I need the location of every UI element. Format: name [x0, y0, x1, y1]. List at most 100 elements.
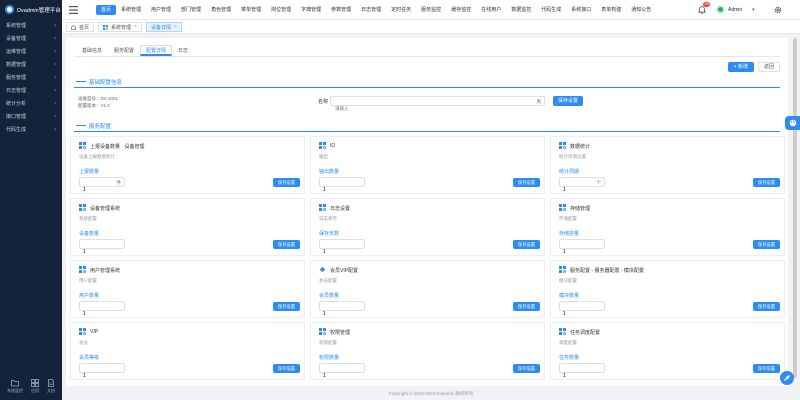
top-nav-item[interactable]: 日志管理: [356, 5, 386, 15]
top-nav-item[interactable]: 定时任务: [386, 5, 416, 15]
quantity-field[interactable]: [79, 363, 125, 380]
logo[interactable]: Dvadmin管理平台: [5, 5, 61, 14]
quantity-input[interactable]: [560, 248, 590, 256]
hamburger-icon[interactable]: [69, 6, 78, 14]
save-card-button[interactable]: 保存设置: [273, 178, 300, 187]
page-tag-label: 设备详情: [150, 24, 171, 31]
quantity-input[interactable]: [80, 372, 110, 380]
top-nav-item[interactable]: 通知公告: [626, 5, 656, 15]
sub-tab[interactable]: 基础信息: [76, 45, 108, 56]
section-title: 基础配置信息: [89, 79, 123, 86]
chevron-down-icon[interactable]: ▾: [752, 7, 755, 13]
quantity-field[interactable]: [319, 177, 365, 194]
sidebar-footer-button[interactable]: 文档: [47, 379, 55, 394]
name-field[interactable]: 周: [330, 96, 545, 113]
top-nav-item[interactable]: 参数管理: [326, 5, 356, 15]
quantity-field[interactable]: 个: [559, 177, 605, 194]
top-nav-item[interactable]: 代码生成: [536, 5, 566, 15]
scrollbar-thumb[interactable]: [793, 38, 797, 378]
sidebar-item-label: 接口管理: [6, 114, 27, 120]
quantity-input[interactable]: [560, 372, 590, 380]
quantity-input[interactable]: [320, 248, 350, 256]
quantity-input[interactable]: [320, 372, 350, 380]
sub-tab[interactable]: 日志: [172, 45, 194, 56]
sidebar-footer-button[interactable]: 应用: [31, 379, 39, 394]
save-card-button[interactable]: 保存设置: [513, 364, 540, 373]
top-nav-item[interactable]: 首页: [96, 5, 117, 15]
quantity-input[interactable]: [80, 310, 110, 318]
top-nav-item[interactable]: 用户管理: [146, 5, 176, 15]
top-nav-item[interactable]: 字典管理: [296, 5, 326, 15]
quantity-field[interactable]: 件: [79, 177, 125, 194]
sidebar-footer-button[interactable]: 系统监控: [7, 379, 23, 394]
sidebar-item[interactable]: 设备管理 ›: [0, 32, 62, 45]
bell-icon[interactable]: [698, 6, 706, 14]
save-card-button[interactable]: 保存设置: [753, 240, 780, 249]
top-nav-item[interactable]: 角色管理: [206, 5, 236, 15]
quantity-field[interactable]: [319, 239, 365, 256]
quantity-field[interactable]: [319, 301, 365, 318]
quantity-field[interactable]: [559, 239, 605, 256]
avatar[interactable]: [716, 5, 725, 14]
save-card-button[interactable]: 保存设置: [513, 240, 540, 249]
quantity-field[interactable]: [79, 301, 125, 318]
top-nav-item[interactable]: 在线用户: [476, 5, 506, 15]
top-nav-item[interactable]: 缓存监控: [446, 5, 476, 15]
sidebar-item-label: 代码生成: [6, 127, 27, 133]
top-nav-item[interactable]: 数据监控: [506, 5, 536, 15]
sidebar-item[interactable]: 运维管理 ›: [0, 45, 62, 58]
user-name[interactable]: Admin: [728, 7, 742, 13]
save-card-button[interactable]: 保存设置: [753, 364, 780, 373]
quantity-input[interactable]: [320, 310, 350, 318]
quantity-input[interactable]: [560, 186, 590, 194]
scrollbar[interactable]: [792, 36, 798, 388]
quantity-field[interactable]: [79, 239, 125, 256]
save-card-button[interactable]: 保存设置: [753, 178, 780, 187]
save-card-button[interactable]: 保存设置: [513, 178, 540, 187]
section-header-basic: 基础配置信息: [74, 76, 780, 88]
page-tag[interactable]: 首页: [66, 22, 95, 32]
close-icon[interactable]: ×: [134, 24, 137, 30]
quantity-field[interactable]: [319, 363, 365, 380]
sidebar-item[interactable]: 日志管理 ›: [0, 84, 62, 97]
save-card-button[interactable]: 保存设置: [513, 302, 540, 311]
page-tag[interactable]: 系统管理 ×: [98, 22, 142, 32]
sidebar-item[interactable]: 代码生成 ›: [0, 123, 62, 136]
sidebar-item[interactable]: 统计分析 ›: [0, 97, 62, 110]
floating-action-button[interactable]: [780, 371, 794, 385]
save-card-button[interactable]: 保存设置: [273, 302, 300, 311]
save-card-button[interactable]: 保存设置: [753, 302, 780, 311]
top-nav-item[interactable]: 岗位管理: [266, 5, 296, 15]
sub-tab[interactable]: 配置详情: [140, 45, 173, 56]
save-card-button[interactable]: 保存设置: [273, 240, 300, 249]
theme-settings-tab[interactable]: [785, 116, 800, 130]
quantity-input[interactable]: [560, 310, 590, 318]
top-nav-item[interactable]: 部门管理: [176, 5, 206, 15]
top-nav-item[interactable]: 系统接口: [566, 5, 596, 15]
sub-tab[interactable]: 服务配置: [108, 45, 140, 56]
quantity-field[interactable]: [559, 301, 605, 318]
back-button[interactable]: 返回: [757, 62, 780, 72]
name-input[interactable]: [331, 104, 521, 113]
quantity-input[interactable]: [320, 186, 350, 194]
quantity-input[interactable]: [80, 186, 110, 194]
sidebar-item-label: 统计分析: [6, 101, 27, 107]
quantity-field[interactable]: [559, 363, 605, 380]
sidebar-item[interactable]: 接口管理 ›: [0, 110, 62, 123]
top-nav-item[interactable]: 表单构建: [596, 5, 626, 15]
gear-icon[interactable]: [774, 6, 782, 14]
sidebar-item[interactable]: 服务管理 ›: [0, 71, 62, 84]
page-tag[interactable]: 设备详情 ×: [145, 22, 182, 32]
sidebar-item[interactable]: 系统管理 ›: [0, 19, 62, 32]
top-nav-item[interactable]: 服务监控: [416, 5, 446, 15]
sidebar-item[interactable]: 数据管理 ›: [0, 58, 62, 71]
save-card-button[interactable]: 保存设置: [273, 364, 300, 373]
close-icon[interactable]: ×: [174, 24, 177, 30]
grid-icon: [79, 142, 86, 149]
service-card-label: 设备数量: [79, 231, 100, 237]
save-settings-button[interactable]: 保存设置: [553, 96, 583, 106]
top-nav-item[interactable]: 菜单管理: [236, 5, 266, 15]
quantity-input[interactable]: [80, 248, 110, 256]
add-button[interactable]: + 新增: [727, 62, 754, 72]
top-nav-item[interactable]: 系统管理: [116, 5, 146, 15]
